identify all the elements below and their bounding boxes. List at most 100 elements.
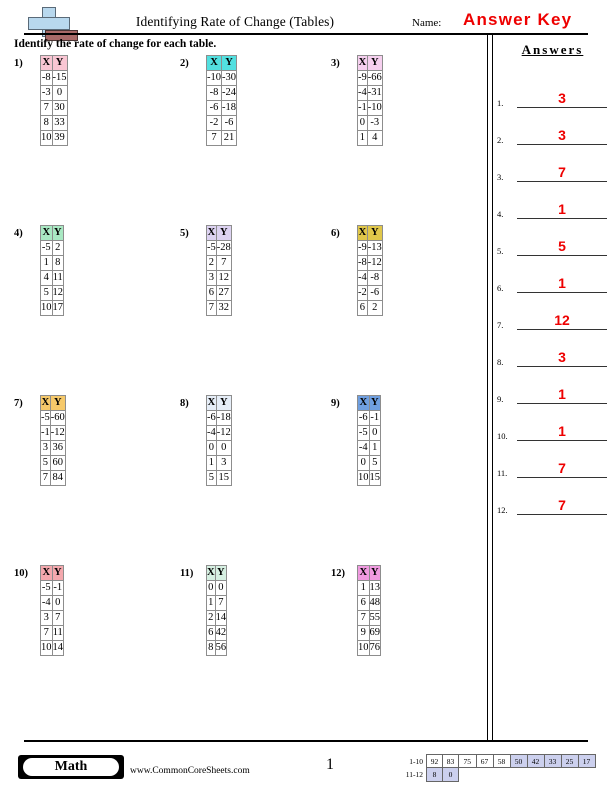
answer-blank-line[interactable]	[517, 366, 607, 367]
score-cell-empty	[493, 768, 510, 782]
table-cell-x: 0	[206, 440, 217, 456]
table-header-row: XY	[357, 55, 383, 71]
table-header-row: XY	[206, 225, 232, 241]
table-cell-y: -10	[366, 100, 383, 116]
table-cell-y: 14	[214, 610, 228, 626]
table-cell-y: 36	[49, 440, 66, 456]
table-cell-y: -1	[51, 580, 64, 596]
table-row: -2 -6	[206, 115, 237, 131]
table-row: 9 69	[357, 625, 381, 641]
table-row: 6 42	[206, 625, 228, 641]
table-cell-x: -6	[206, 100, 222, 116]
answer-blank-line[interactable]	[517, 477, 607, 478]
score-cell: 50	[509, 754, 528, 768]
table-row: 3 12	[206, 270, 232, 286]
answer-value: 7	[558, 497, 566, 513]
table-row: 7 30	[40, 100, 68, 116]
answer-value: 7	[558, 164, 566, 180]
table-row: -1 -12	[40, 425, 66, 441]
column-header-x: X	[357, 225, 368, 241]
answer-blank-line[interactable]	[517, 514, 607, 515]
answer-row-3: 3. 7	[497, 148, 609, 182]
data-table: X Y 0 0 1 7 2 14 6 42 8 56	[206, 565, 228, 656]
table-row: 10 15	[357, 470, 381, 486]
score-cell-empty	[561, 768, 578, 782]
table-row: 2 14	[206, 610, 228, 626]
answer-blank-line[interactable]	[517, 255, 607, 256]
table-cell-y: -18	[221, 100, 237, 116]
table-row: 8 56	[206, 640, 228, 656]
answer-number: 1.	[497, 98, 504, 108]
name-label: Name:	[412, 17, 442, 29]
answer-value: 1	[558, 201, 566, 217]
page-number: 1	[326, 756, 334, 773]
score-grid-row: 1-10 92 83 75 67 58 50 42 33 25 17	[398, 754, 596, 768]
score-cell: 83	[442, 754, 459, 768]
column-header-y: Y	[49, 395, 66, 411]
column-header-y: Y	[368, 395, 381, 411]
problem-number: 6)	[331, 228, 340, 239]
answers-divider-outer	[487, 34, 488, 740]
data-table: X Y -9 -66 -4 -31 -1 -10 0 -3 1 4	[357, 55, 383, 146]
table-cell-y: 17	[51, 300, 64, 316]
answer-number: 9.	[497, 394, 504, 404]
answer-blank-line[interactable]	[517, 107, 607, 108]
table-cell-y: 2	[51, 240, 64, 256]
table-cell-x: 1	[206, 595, 216, 611]
problem-number: 10)	[14, 568, 28, 579]
table-row: -8 -24	[206, 85, 237, 101]
problem-number: 12)	[331, 568, 345, 579]
table-header-row: XY	[357, 225, 383, 241]
column-header-x: X	[206, 565, 216, 581]
column-header-y: Y	[366, 55, 383, 71]
table-cell-y: -13	[366, 240, 383, 256]
table-cell-x: 10	[40, 640, 53, 656]
column-header-x: X	[40, 565, 53, 581]
table-cell-y: 0	[51, 85, 68, 101]
table-header-row: XY	[357, 565, 381, 581]
table-cell-y: -18	[215, 410, 232, 426]
table-cell-x: 10	[40, 300, 53, 316]
answer-number: 4.	[497, 209, 504, 219]
answer-blank-line[interactable]	[517, 218, 607, 219]
table-cell-x: 7	[357, 610, 370, 626]
answer-blank-line[interactable]	[517, 329, 607, 330]
column-header-x: X	[357, 565, 370, 581]
table-row: -10 -30	[206, 70, 237, 86]
table-cell-x: -4	[357, 440, 370, 456]
answer-value: 1	[558, 386, 566, 402]
table-header-row: XY	[206, 565, 228, 581]
table-row: 7 21	[206, 130, 237, 146]
score-cell: 8	[426, 767, 443, 782]
answer-blank-line[interactable]	[517, 144, 607, 145]
answer-blank-line[interactable]	[517, 440, 607, 441]
table-cell-y: 32	[215, 300, 232, 316]
answer-blank-line[interactable]	[517, 292, 607, 293]
answer-number: 10.	[497, 431, 508, 441]
score-cell: 0	[442, 767, 459, 782]
table-cell-x: -5	[206, 240, 217, 256]
table-cell-y: -12	[366, 255, 383, 271]
table-cell-y: 2	[366, 300, 383, 316]
table-cell-y: -6	[366, 285, 383, 301]
table-cell-y: -15	[51, 70, 68, 86]
data-table: X Y -9 -13 -8 -12 -4 -8 -2 -6 6 2	[357, 225, 383, 316]
score-cell: 33	[543, 754, 562, 768]
table-cell-x: 7	[206, 130, 222, 146]
table-row: -8 -12	[357, 255, 383, 271]
table-cell-y: -24	[221, 85, 237, 101]
answer-blank-line[interactable]	[517, 181, 607, 182]
table-row: 14	[357, 130, 383, 146]
table-cell-x: 3	[40, 610, 53, 626]
table-cell-y: 55	[368, 610, 381, 626]
table-row: -6 -18	[206, 410, 232, 426]
score-grid: 1-10 92 83 75 67 58 50 42 33 25 17 11-12 8 0	[398, 754, 596, 782]
table-cell-x: -8	[206, 85, 222, 101]
table-row: -5 2	[40, 240, 64, 256]
table-cell-x: 4	[40, 270, 53, 286]
table-cell-y: 12	[215, 270, 232, 286]
footer-divider	[24, 740, 588, 742]
answer-blank-line[interactable]	[517, 403, 607, 404]
table-row: 00	[206, 440, 232, 456]
table-row: -5 -60	[40, 410, 66, 426]
